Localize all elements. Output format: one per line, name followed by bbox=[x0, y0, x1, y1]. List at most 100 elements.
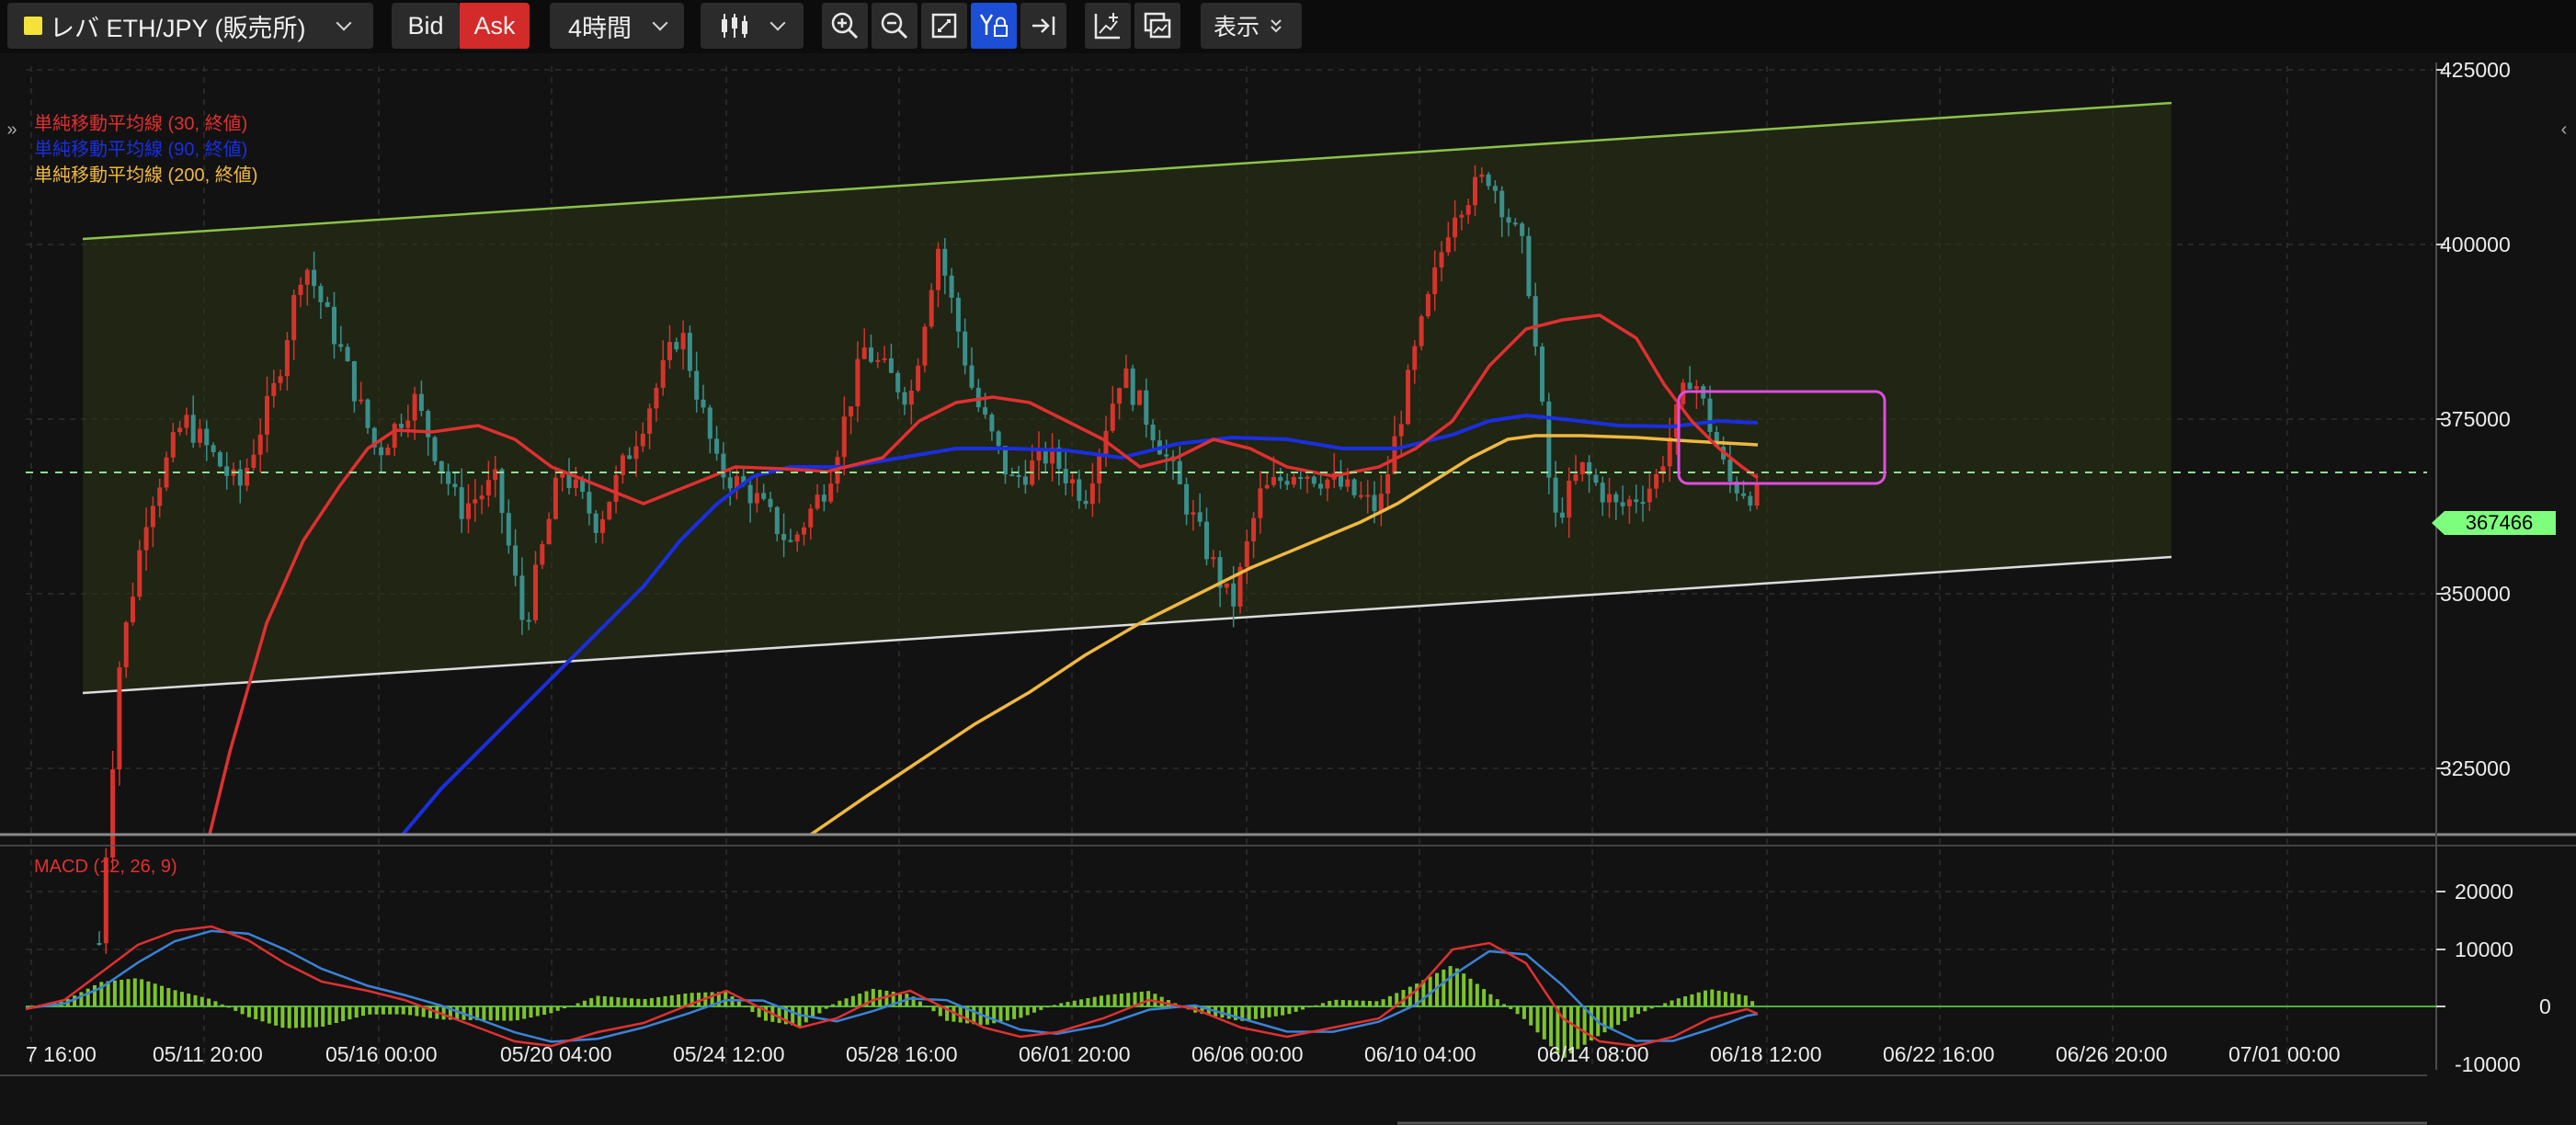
candle-body bbox=[1264, 484, 1270, 489]
candle-body bbox=[1707, 398, 1713, 432]
macd-histogram-bar bbox=[468, 1006, 473, 1020]
candle-body bbox=[257, 434, 263, 455]
macd-histogram-bar bbox=[153, 983, 157, 1006]
chevron-down-icon bbox=[652, 15, 668, 31]
chart-type-selector[interactable] bbox=[701, 3, 804, 49]
time-tick-label: 05/16 00:00 bbox=[325, 1042, 438, 1066]
macd-histogram-bar bbox=[1253, 1006, 1258, 1019]
compare-button[interactable] bbox=[1134, 3, 1180, 49]
macd-histogram-bar bbox=[744, 1006, 748, 1007]
macd-histogram-bar bbox=[616, 997, 621, 1006]
candle-body bbox=[1512, 222, 1518, 225]
candle-body bbox=[1567, 481, 1572, 518]
macd-histogram-bar bbox=[998, 1006, 1003, 1022]
macd-histogram-bar bbox=[797, 1006, 802, 1027]
candle-body bbox=[908, 390, 914, 405]
candle-body bbox=[318, 286, 324, 302]
candle-body bbox=[922, 326, 928, 366]
candlestick-icon bbox=[722, 14, 747, 38]
macd-histogram-bar bbox=[656, 996, 661, 1006]
macd-histogram-bar bbox=[1328, 1000, 1332, 1006]
macd-histogram-bar bbox=[1690, 994, 1694, 1006]
collapse-left-handle[interactable]: » bbox=[0, 118, 24, 142]
chart-canvas[interactable] bbox=[0, 53, 2576, 1125]
collapse-right-handle[interactable]: ‹ bbox=[2552, 118, 2576, 142]
macd-histogram-bar bbox=[455, 1006, 460, 1020]
macd-histogram-bar bbox=[850, 995, 855, 1006]
candle-body bbox=[1492, 186, 1498, 191]
time-tick-label: 07/01 00:00 bbox=[2228, 1042, 2341, 1066]
candle-body bbox=[466, 503, 471, 519]
candle-body bbox=[399, 424, 404, 428]
fit-screen-button[interactable] bbox=[921, 3, 967, 49]
candle-body bbox=[1486, 174, 1491, 187]
macd-histogram-bar bbox=[199, 996, 204, 1006]
macd-histogram-bar bbox=[622, 997, 627, 1006]
candle-body bbox=[198, 428, 202, 443]
bid-button[interactable]: Bid bbox=[392, 3, 460, 49]
candle-body bbox=[1559, 512, 1565, 518]
macd-histogram-bar bbox=[1542, 1006, 1546, 1040]
macd-histogram-bar bbox=[1032, 1006, 1036, 1013]
candle-body bbox=[452, 483, 458, 488]
macd-histogram-bar bbox=[126, 979, 131, 1006]
macd-histogram-bar bbox=[274, 1006, 279, 1026]
candle-body bbox=[1687, 382, 1693, 390]
macd-histogram-bar bbox=[213, 1001, 218, 1006]
price-scale-lock-button[interactable] bbox=[971, 3, 1017, 49]
macd-histogram-bar bbox=[79, 992, 84, 1006]
candle-body bbox=[1089, 483, 1095, 505]
candle-body bbox=[849, 406, 854, 417]
macd-histogram-bar bbox=[1260, 1006, 1265, 1018]
candle-body bbox=[439, 460, 444, 472]
candle-body bbox=[802, 527, 806, 535]
candle-body bbox=[774, 506, 780, 535]
candle-body bbox=[1398, 424, 1404, 437]
chart-area[interactable]: » ‹ 単純移動平均線 (30, 終値) 単純移動平均線 (90, 終値) 単純… bbox=[0, 53, 2576, 1125]
macd-histogram-bar bbox=[1683, 996, 1688, 1006]
macd-histogram-bar bbox=[1623, 1006, 1627, 1021]
macd-histogram-bar bbox=[1307, 1006, 1312, 1008]
candle-body bbox=[1123, 368, 1129, 389]
ask-button[interactable]: Ask bbox=[460, 3, 530, 49]
macd-histogram-bar bbox=[576, 1003, 580, 1006]
macd-histogram-bar bbox=[824, 1006, 828, 1009]
candle-body bbox=[365, 399, 370, 428]
candle-body bbox=[1419, 316, 1424, 347]
time-tick-label: 06/01 20:00 bbox=[1019, 1042, 1131, 1066]
add-indicator-button[interactable] bbox=[1085, 3, 1131, 49]
candle-body bbox=[1244, 540, 1249, 567]
macd-histogram-bar bbox=[1649, 1006, 1654, 1009]
candle-body bbox=[351, 361, 357, 402]
macd-histogram-bar bbox=[1462, 973, 1466, 1006]
macd-histogram-bar bbox=[1045, 1006, 1050, 1008]
candle-body bbox=[1406, 369, 1410, 425]
candle-body bbox=[674, 342, 679, 350]
macd-histogram-bar bbox=[240, 1006, 245, 1015]
candle-body bbox=[150, 506, 155, 528]
macd-histogram-bar bbox=[925, 1006, 929, 1007]
candle-body bbox=[1318, 483, 1324, 489]
macd-histogram-bar bbox=[1273, 1006, 1278, 1017]
zoom-out-button[interactable] bbox=[872, 3, 918, 49]
candle-body bbox=[1110, 403, 1115, 431]
macd-histogram-bar bbox=[361, 1006, 365, 1017]
display-menu[interactable]: 表示 bbox=[1201, 3, 1302, 49]
macd-histogram-bar bbox=[1549, 1006, 1554, 1047]
symbol-selector[interactable]: レバ ETH/JPY (販売所) bbox=[7, 3, 373, 49]
interval-selector[interactable]: 4時間 bbox=[550, 3, 684, 49]
candle-body bbox=[446, 471, 451, 484]
candle-body bbox=[1540, 346, 1544, 402]
candle-body bbox=[473, 499, 478, 504]
candle-body bbox=[1445, 237, 1451, 253]
macd-histogram-bar bbox=[736, 1001, 741, 1006]
candle-body bbox=[680, 333, 686, 350]
zoom-in-button[interactable] bbox=[822, 3, 868, 49]
macd-histogram-bar bbox=[313, 1006, 318, 1028]
scroll-to-end-button[interactable] bbox=[1020, 3, 1066, 49]
candle-body bbox=[332, 306, 336, 345]
candle-body bbox=[1345, 479, 1351, 487]
candle-body bbox=[251, 454, 256, 468]
candle-body bbox=[338, 344, 344, 347]
sma200-legend: 単純移動平均線 (200, 終値) bbox=[34, 165, 258, 186]
